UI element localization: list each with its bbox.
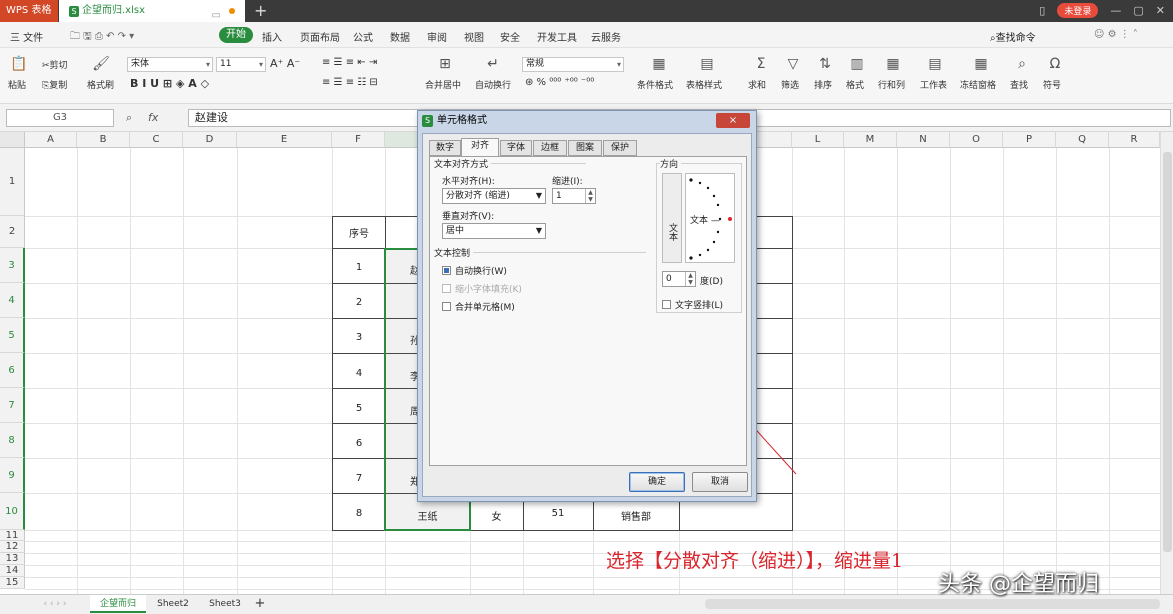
- shrink-checkbox-box: [442, 284, 451, 293]
- h-align-select[interactable]: 分散对齐 (缩进) ▼: [442, 188, 546, 204]
- tab-border[interactable]: 边框: [533, 140, 567, 156]
- orientation-text-label: 文本 —: [690, 216, 720, 226]
- degree-spin-arrows-icon[interactable]: ▲ ▼: [685, 272, 695, 286]
- shrink-to-fit-checkbox[interactable]: 缩小字体填充(K): [442, 282, 522, 295]
- indent-label: 缩进(I):: [552, 177, 583, 187]
- v-align-select[interactable]: 居中 ▼: [442, 223, 546, 239]
- wrap-text-checkbox[interactable]: 自动换行(W): [442, 264, 507, 277]
- annotation-caption: 选择【分散对齐（缩进）】，缩进量1: [606, 550, 904, 572]
- dialog-title: 单元格格式: [437, 115, 487, 126]
- watermark: 头条 @企望而归: [938, 572, 1099, 597]
- dialog-close-button[interactable]: ×: [716, 113, 750, 128]
- dialog-title-bar[interactable]: S 单元格格式 ×: [418, 111, 756, 131]
- wrap-text-label: 自动换行(W): [455, 267, 507, 277]
- dialog-body: 数字 对齐 字体 边框 图案 保护 文本对齐方式 水平对齐(H): 分散对齐 (…: [422, 133, 752, 497]
- orientation-dial[interactable]: 文本 —: [685, 173, 735, 263]
- v-align-label: 垂直对齐(V):: [442, 212, 495, 222]
- merge-label: 合并单元格(M): [455, 303, 515, 313]
- tab-number[interactable]: 数字: [429, 140, 461, 156]
- alignment-panel: 文本对齐方式 水平对齐(H): 分散对齐 (缩进) ▼ 缩进(I): 1 ▲ ▼ 垂直…: [429, 156, 747, 466]
- v-align-dropdown-icon: ▼: [535, 226, 542, 235]
- wrap-text-checkbox-box: [442, 266, 451, 275]
- orientation-group-label: 方向: [660, 157, 682, 170]
- vertical-text-label: 文字竖排(L): [675, 301, 724, 311]
- shrink-label: 缩小字体填充(K): [455, 285, 522, 295]
- merge-cells-checkbox[interactable]: 合并单元格(M): [442, 300, 515, 313]
- indent-value: 1: [556, 191, 562, 201]
- text-control-group-label: 文本控制: [434, 246, 474, 259]
- v-align-value: 居中: [446, 226, 465, 236]
- merge-checkbox-box: [442, 302, 451, 311]
- tab-alignment[interactable]: 对齐: [461, 138, 499, 157]
- format-cells-dialog: S 单元格格式 × 数字 对齐 字体 边框 图案 保护 文本对齐方式 水平对齐(…: [417, 110, 757, 502]
- cancel-button[interactable]: 取消: [692, 472, 748, 492]
- degree-label: 度(D): [700, 277, 723, 287]
- vertical-text-checkbox[interactable]: 文字竖排(L): [662, 298, 723, 311]
- tab-pattern[interactable]: 图案: [568, 140, 602, 156]
- h-align-dropdown-icon: ▼: [535, 191, 542, 200]
- ok-button[interactable]: 确定: [629, 472, 685, 492]
- indent-spinner[interactable]: 1 ▲ ▼: [552, 188, 596, 204]
- dialog-app-icon: S: [422, 115, 433, 127]
- tab-font[interactable]: 字体: [500, 140, 532, 156]
- degree-value: 0: [666, 274, 672, 284]
- h-align-value: 分散对齐 (缩进): [446, 191, 510, 201]
- tab-protection[interactable]: 保护: [603, 140, 637, 156]
- h-align-label: 水平对齐(H):: [442, 177, 495, 187]
- indent-spin-arrows-icon[interactable]: ▲ ▼: [585, 189, 595, 203]
- app-window: { "titlebar": {"app_tab": "WPS 表格", "fil…: [0, 0, 1173, 614]
- degree-spinner[interactable]: 0 ▲ ▼: [662, 271, 696, 287]
- text-align-group-label: 文本对齐方式: [434, 157, 492, 170]
- vertical-text-checkbox-box: [662, 300, 671, 309]
- vertical-text-toggle[interactable]: 文本: [662, 173, 682, 263]
